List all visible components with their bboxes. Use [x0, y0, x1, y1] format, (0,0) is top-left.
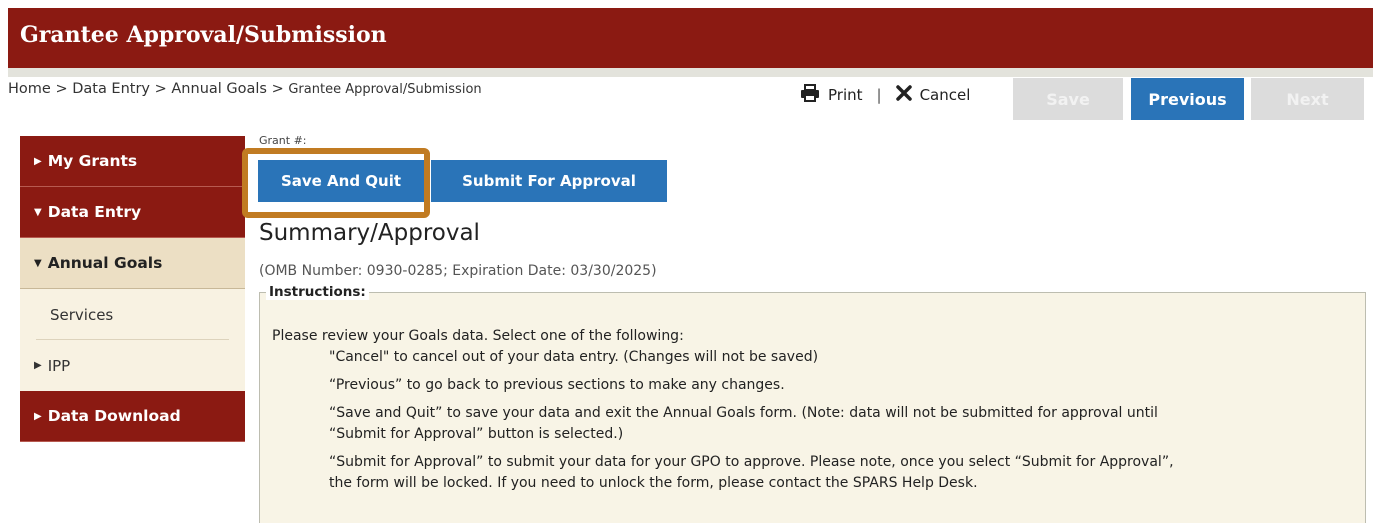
- instructions-previous: “Previous” to go back to previous sectio…: [329, 377, 785, 393]
- summary-title: Summary/Approval: [259, 220, 480, 246]
- print-label: Print: [828, 86, 863, 104]
- sidebar-item-annual-goals[interactable]: ▼ Annual Goals: [20, 238, 245, 289]
- caret-right-icon: ▶: [34, 360, 42, 371]
- instructions-cancel: "Cancel" to cancel out of your data entr…: [329, 349, 819, 365]
- cancel-label: Cancel: [919, 86, 971, 104]
- sidebar-item-my-grants[interactable]: ▶ My Grants: [20, 136, 245, 187]
- print-link[interactable]: Print: [800, 84, 863, 106]
- submit-for-approval-button[interactable]: Submit For Approval: [431, 160, 667, 202]
- x-icon: [895, 85, 920, 105]
- sidebar-item-label: Data Download: [47, 407, 181, 425]
- sidebar-item-label: IPP: [47, 356, 71, 375]
- sidebar-item-label: Data Entry: [47, 203, 142, 221]
- sidebar-item-label: My Grants: [47, 152, 138, 170]
- breadcrumb-current: Grantee Approval/Submission: [288, 82, 482, 97]
- omb-info: (OMB Number: 0930-0285; Expiration Date:…: [259, 263, 657, 279]
- breadcrumb-data-entry[interactable]: Data Entry: [72, 81, 150, 97]
- sidebar-item-label: Services: [50, 305, 114, 324]
- save-button[interactable]: Save: [1013, 78, 1123, 120]
- sidebar-item-label: Annual Goals: [47, 254, 163, 272]
- instructions-save-quit-1: “Save and Quit” to save your data and ex…: [329, 405, 1158, 421]
- toolbar-actions: Print | Cancel: [800, 84, 970, 106]
- sidebar-item-services[interactable]: Services: [20, 289, 245, 340]
- previous-button[interactable]: Previous: [1131, 78, 1244, 120]
- page-header-title: Grantee Approval/Submission: [20, 22, 387, 48]
- breadcrumb-separator: >: [271, 81, 284, 97]
- sidebar-item-ipp[interactable]: ▶ IPP: [20, 340, 245, 391]
- highlight-frame: [242, 148, 430, 218]
- sidebar: ▶ My Grants ▼ Data Entry ▼ Annual Goals …: [20, 136, 245, 442]
- header-bar: Grantee Approval/Submission: [8, 8, 1373, 68]
- instructions-submit-1: “Submit for Approval” to submit your dat…: [329, 454, 1174, 470]
- breadcrumb-separator: >: [154, 81, 167, 97]
- instructions-legend: Instructions:: [266, 284, 369, 300]
- header-subbar: [8, 68, 1373, 77]
- breadcrumb-separator: >: [55, 81, 68, 97]
- instructions-submit-2: the form will be locked. If you need to …: [329, 475, 978, 491]
- cancel-link[interactable]: Cancel: [895, 85, 971, 105]
- caret-right-icon: ▶: [34, 155, 42, 167]
- caret-down-icon: ▼: [34, 206, 42, 218]
- instructions-intro: Please review your Goals data. Select on…: [272, 328, 684, 344]
- next-button[interactable]: Next: [1251, 78, 1364, 120]
- sidebar-item-data-download[interactable]: ▶ Data Download: [20, 391, 245, 442]
- printer-icon: [800, 84, 828, 106]
- sidebar-item-data-entry[interactable]: ▼ Data Entry: [20, 187, 245, 238]
- breadcrumb-home[interactable]: Home: [8, 81, 51, 97]
- breadcrumb-annual-goals[interactable]: Annual Goals: [171, 81, 267, 97]
- action-divider: |: [876, 86, 882, 104]
- caret-down-icon: ▼: [34, 257, 42, 269]
- instructions-save-quit-2: “Submit for Approval” button is selected…: [329, 426, 624, 442]
- grant-number-label: Grant #:: [259, 134, 307, 147]
- breadcrumb: Home > Data Entry > Annual Goals > Grant…: [8, 81, 482, 97]
- caret-right-icon: ▶: [34, 410, 42, 422]
